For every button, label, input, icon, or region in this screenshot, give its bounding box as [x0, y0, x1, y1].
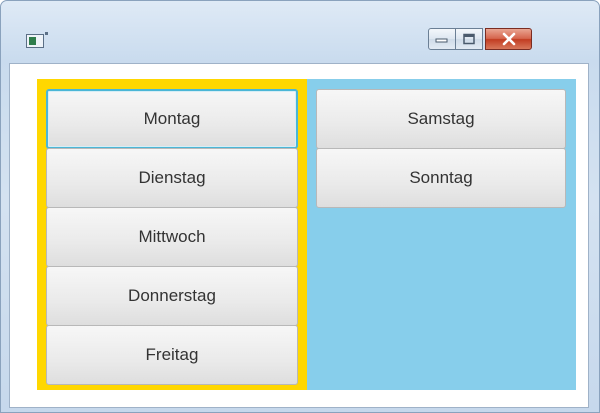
close-button[interactable]	[485, 28, 532, 50]
samstag-button[interactable]: Samstag	[316, 89, 566, 149]
minimize-icon	[435, 35, 449, 43]
app-icon[interactable]	[26, 32, 48, 48]
minimize-button[interactable]	[428, 28, 456, 50]
weekend-panel: Samstag Sonntag	[307, 79, 576, 390]
maximize-icon	[462, 33, 476, 45]
sonntag-button[interactable]: Sonntag	[316, 148, 566, 208]
freitag-button[interactable]: Freitag	[46, 325, 298, 385]
dienstag-button[interactable]: Dienstag	[46, 148, 298, 208]
close-icon	[501, 32, 517, 46]
maximize-button[interactable]	[455, 28, 483, 50]
montag-button[interactable]: Montag	[46, 89, 298, 149]
mittwoch-button[interactable]: Mittwoch	[46, 207, 298, 267]
title-bar[interactable]	[1, 1, 599, 63]
weekdays-panel: Montag Dienstag Mittwoch Donnerstag Frei…	[37, 79, 307, 390]
donnerstag-button[interactable]: Donnerstag	[46, 266, 298, 326]
